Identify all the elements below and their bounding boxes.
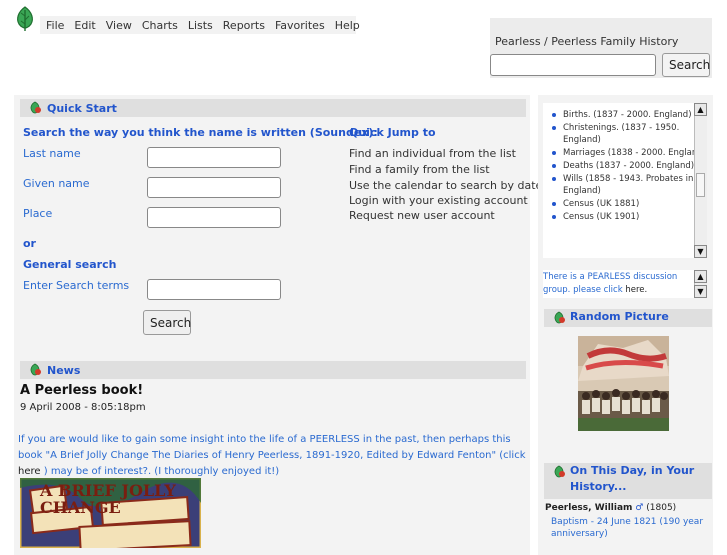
quick-jump-heading: Quick Jump to [349, 126, 436, 139]
leaf-logo-icon[interactable] [14, 6, 36, 32]
news-article-date: 9 April 2008 - 8:05:18pm [20, 402, 146, 413]
source-item[interactable]: Marriages (1838 - 2000. England) [552, 147, 707, 159]
menu-reports[interactable]: Reports [223, 19, 265, 32]
enter-search-terms-label: Enter Search terms [23, 279, 130, 292]
random-picture-title: Random Picture [570, 310, 669, 323]
sources-list-box: Births. (1837 - 2000. England) Christeni… [543, 103, 707, 258]
news-body-rest: ) may be of interest?. (I thoroughly enj… [43, 466, 280, 477]
random-picture-graphic [578, 336, 669, 431]
quick-jump-login[interactable]: Login with your existing account [349, 194, 528, 207]
news-book-link[interactable]: If you are would like to gain some insig… [18, 434, 526, 461]
on-this-day-header: On This Day, in Your History... [544, 463, 712, 499]
place-label: Place [23, 207, 53, 220]
news-article-body: If you are would like to gain some insig… [18, 432, 530, 480]
menu-favorites[interactable]: Favorites [275, 19, 325, 32]
search-terms-input[interactable] [147, 279, 281, 300]
source-item[interactable]: Wills (1858 - 1943. Probates in England) [552, 173, 707, 197]
source-item[interactable]: Deaths (1837 - 2000. England) [552, 160, 707, 172]
discussion-box: There is a PEARLESS discussion group. pl… [543, 270, 707, 298]
menu-view[interactable]: View [106, 19, 132, 32]
scroll-down-icon[interactable]: ▼ [694, 245, 707, 258]
person-name[interactable]: Peerless, William [545, 503, 632, 513]
menu-charts[interactable]: Charts [142, 19, 178, 32]
or-label: or [23, 237, 36, 250]
quick-start-header: Quick Start [20, 99, 526, 117]
block-header-icon [554, 311, 565, 324]
menu-edit[interactable]: Edit [74, 19, 95, 32]
news-article-title: A Peerless book! [20, 383, 144, 398]
quick-start-title: Quick Start [47, 101, 117, 115]
source-item[interactable]: Christenings. (1837 - 1950. England) [552, 122, 707, 146]
on-this-day-title: On This Day, in Your History... [570, 464, 695, 493]
menu-lists[interactable]: Lists [188, 19, 213, 32]
source-item[interactable]: Births. (1837 - 2000. England) [552, 109, 707, 121]
quick-jump-request-account[interactable]: Request new user account [349, 209, 495, 222]
quick-jump-calendar[interactable]: Use the calendar to search by date [349, 179, 542, 192]
on-this-day-person: Peerless, William ♂ (1805) [545, 503, 676, 513]
random-picture-header: Random Picture [544, 309, 712, 327]
scroll-thumb[interactable] [696, 173, 705, 197]
source-item[interactable]: Census (UK 1881) [552, 198, 707, 210]
scroll-up-icon[interactable]: ▲ [694, 270, 707, 283]
on-this-day-event[interactable]: Baptism - 24 June 1821 (190 year anniver… [551, 516, 711, 540]
book-cover-image[interactable]: A BRIEF JOLLY CHANGE [20, 478, 201, 548]
random-picture-image[interactable] [578, 336, 669, 431]
last-name-input[interactable] [147, 147, 281, 168]
menu-file[interactable]: File [46, 19, 64, 32]
place-input[interactable] [147, 207, 281, 228]
block-header-icon [30, 101, 41, 114]
header-search-button[interactable]: Search [662, 53, 710, 77]
discussion-here-link[interactable]: here. [625, 285, 647, 295]
quick-start-search-button[interactable]: Search [143, 310, 191, 335]
given-name-input[interactable] [147, 177, 281, 198]
scroll-up-icon[interactable]: ▲ [694, 103, 707, 116]
given-name-label: Given name [23, 177, 90, 190]
quick-jump-family[interactable]: Find a family from the list [349, 163, 490, 176]
person-year: (1805) [646, 503, 677, 513]
menu-help[interactable]: Help [335, 19, 360, 32]
quick-jump-individual[interactable]: Find an individual from the list [349, 147, 516, 160]
news-here-link[interactable]: here [18, 466, 41, 477]
last-name-label: Last name [23, 147, 81, 160]
book-cover-title: A BRIEF JOLLY CHANGE [40, 481, 176, 517]
source-item[interactable]: Census (UK 1901) [552, 211, 707, 223]
site-title: Pearless / Peerless Family History [495, 35, 679, 48]
block-header-icon [30, 363, 41, 376]
general-search-heading: General search [23, 258, 117, 271]
news-title: News [47, 363, 81, 377]
soundex-heading: Search the way you think the name is wri… [23, 126, 378, 139]
discussion-text[interactable]: There is a PEARLESS discussion group. pl… [543, 272, 677, 295]
scroll-down-icon[interactable]: ▼ [694, 285, 707, 298]
news-header: News [20, 361, 526, 379]
male-icon: ♂ [635, 503, 644, 513]
menu-bar: File Edit View Charts Lists Reports Favo… [40, 16, 360, 34]
header-search-input[interactable] [490, 54, 656, 76]
block-header-icon [554, 465, 565, 478]
